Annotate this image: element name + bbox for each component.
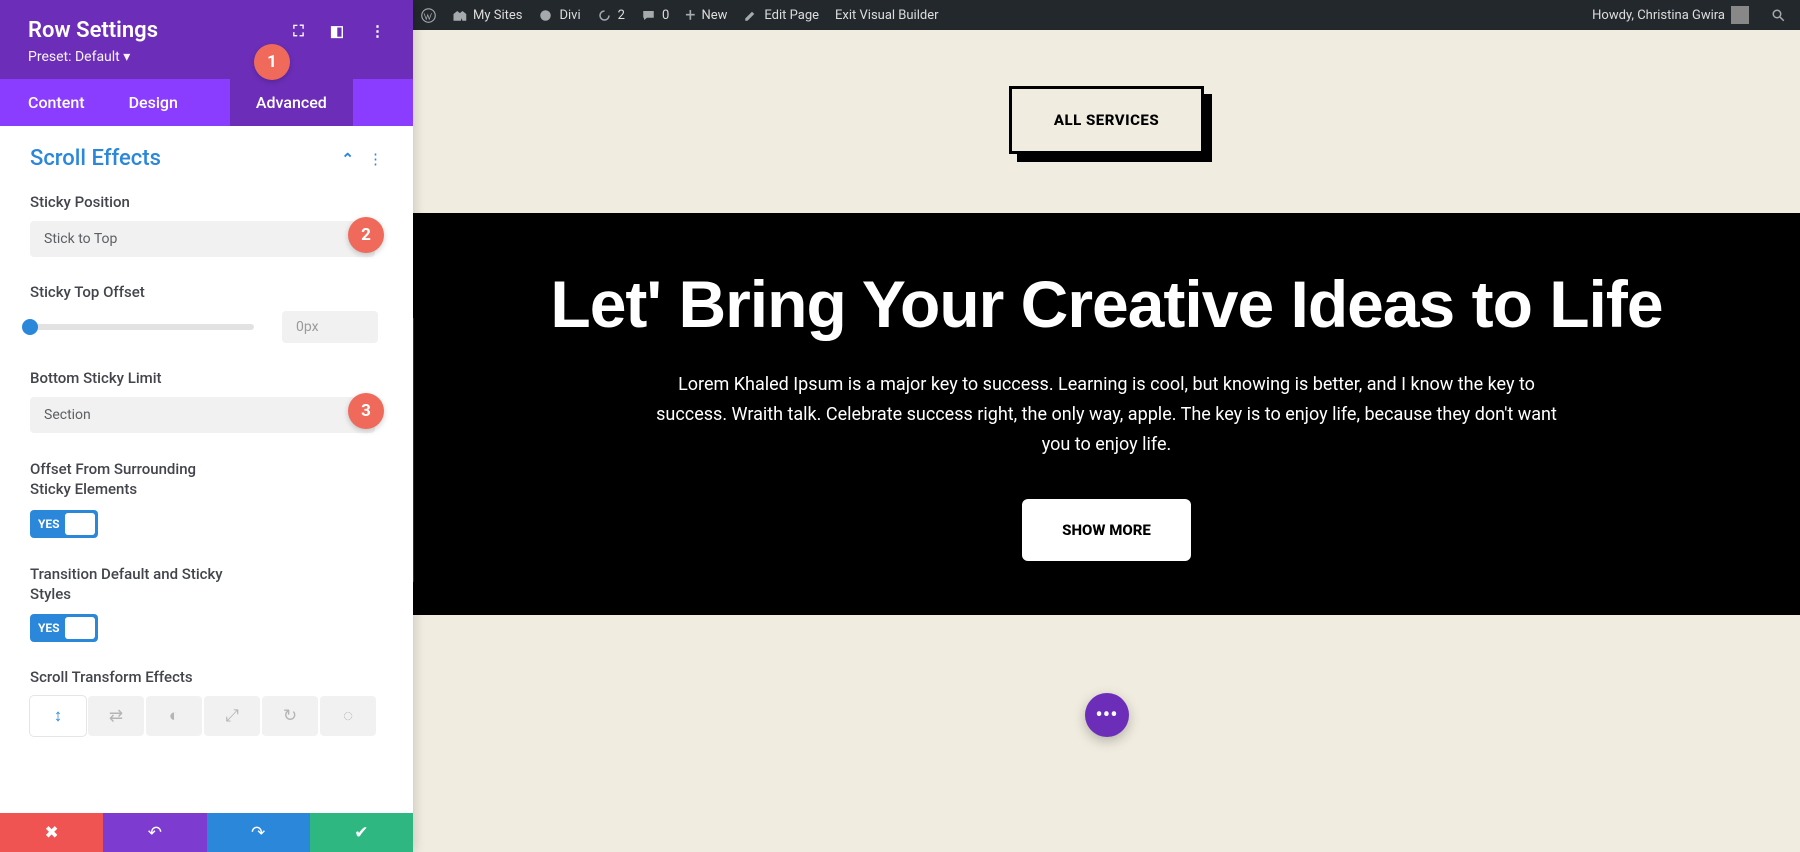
label-scroll-transform: Scroll Transform Effects [30,668,383,686]
toggle-text: YES [30,621,60,635]
tutorial-badge-2: 2 [348,217,384,253]
snap-icon[interactable]: ◧ [330,22,344,40]
preset-dropdown[interactable]: Preset: Default ▾ [28,49,385,65]
body-text: Lorem Khaled Ipsum is a major key to suc… [647,370,1567,459]
transform-blur-icon[interactable]: ◐ [146,696,202,736]
hero-top-section: ALL SERVICES [413,30,1800,213]
kebab-icon[interactable]: ⋮ [370,22,385,40]
slider-sticky-top-offset[interactable] [30,324,254,330]
show-more-button[interactable]: SHOW MORE [1022,499,1191,561]
toggle-offset-surrounding[interactable]: YES [30,510,98,538]
edit-page-link[interactable]: Edit Page [743,8,819,23]
toggle-knob [65,513,95,535]
avatar [1731,6,1749,24]
dark-cta-section: Let' Bring Your Creative Ideas to Life L… [413,213,1800,615]
my-sites-link[interactable]: My Sites [452,8,522,23]
transform-effects-group: ↕ ⇄ ◐ ⤢ ↻ ◌ [30,696,383,736]
toggle-transition-default[interactable]: YES [30,614,98,642]
undo-button[interactable]: ↶ [103,813,206,852]
tutorial-badge-3: 3 [348,393,384,429]
label-sticky-position: Sticky Position [30,193,383,211]
comments-link[interactable]: 0 [641,8,669,23]
panel-title: Row Settings [28,18,158,43]
howdy-user-link[interactable]: Howdy, Christina Gwira [1592,6,1749,24]
tab-advanced[interactable]: Advanced [230,79,353,126]
transform-opacity-icon[interactable]: ◌ [320,696,376,736]
tab-content[interactable]: Content [0,79,129,126]
label-sticky-top-offset: Sticky Top Offset [30,283,383,301]
updates-link[interactable]: 2 [597,8,625,23]
site-name-link[interactable]: Divi [538,8,580,23]
divi-fab-button[interactable]: ••• [1085,693,1129,737]
new-link[interactable]: +New [685,5,727,26]
collapse-icon[interactable]: ⌃ [341,150,354,168]
search-icon[interactable] [1765,8,1792,23]
label-offset-surrounding: Offset From Surrounding Sticky Elements [30,459,230,500]
input-sticky-top-offset[interactable]: 0px [282,311,378,343]
toggle-knob [65,617,95,639]
transform-rotate-icon[interactable]: ↻ [262,696,318,736]
slider-thumb[interactable] [22,319,38,335]
transform-vertical-icon[interactable]: ↕ [30,696,86,736]
panel-footer: ✖ ↶ ↷ ✔ [0,813,413,852]
panel-header: Row Settings ⛶ ◧ ⋮ Preset: Default ▾ [0,0,413,79]
save-button[interactable]: ✔ [310,813,413,852]
panel-tabs: Content Design Advanced [0,79,413,126]
cancel-button[interactable]: ✖ [0,813,103,852]
headline: Let' Bring Your Creative Ideas to Life [523,267,1690,342]
section-scroll-effects[interactable]: Scroll Effects [30,146,161,171]
page-canvas: My Sites Divi 2 0 +New Edit Page Exit Vi… [413,0,1800,852]
redo-button[interactable]: ↷ [207,813,310,852]
toggle-text: YES [30,517,60,531]
all-services-button[interactable]: ALL SERVICES [1009,86,1204,154]
bottom-section: ••• [413,615,1800,793]
wp-admin-bar: My Sites Divi 2 0 +New Edit Page Exit Vi… [413,0,1800,30]
select-bottom-sticky-limit[interactable]: Section [30,397,375,433]
transform-scale-icon[interactable]: ⤢ [204,696,260,736]
panel-body: Scroll Effects ⌃ ⋮ Sticky Position Stick… [0,126,413,813]
wp-logo-icon[interactable] [421,8,436,23]
expand-icon[interactable]: ⛶ [293,22,304,40]
transform-horizontal-icon[interactable]: ⇄ [88,696,144,736]
tab-design[interactable]: Design [129,79,230,126]
row-settings-panel: Row Settings ⛶ ◧ ⋮ Preset: Default ▾ Con… [0,0,413,852]
label-bottom-sticky-limit: Bottom Sticky Limit [30,369,383,387]
exit-visual-builder-link[interactable]: Exit Visual Builder [835,8,938,23]
tutorial-badge-1: 1 [254,44,290,80]
label-transition-default: Transition Default and Sticky Styles [30,564,250,605]
section-kebab-icon[interactable]: ⋮ [368,150,383,168]
select-sticky-position[interactable]: Stick to Top [30,221,375,257]
